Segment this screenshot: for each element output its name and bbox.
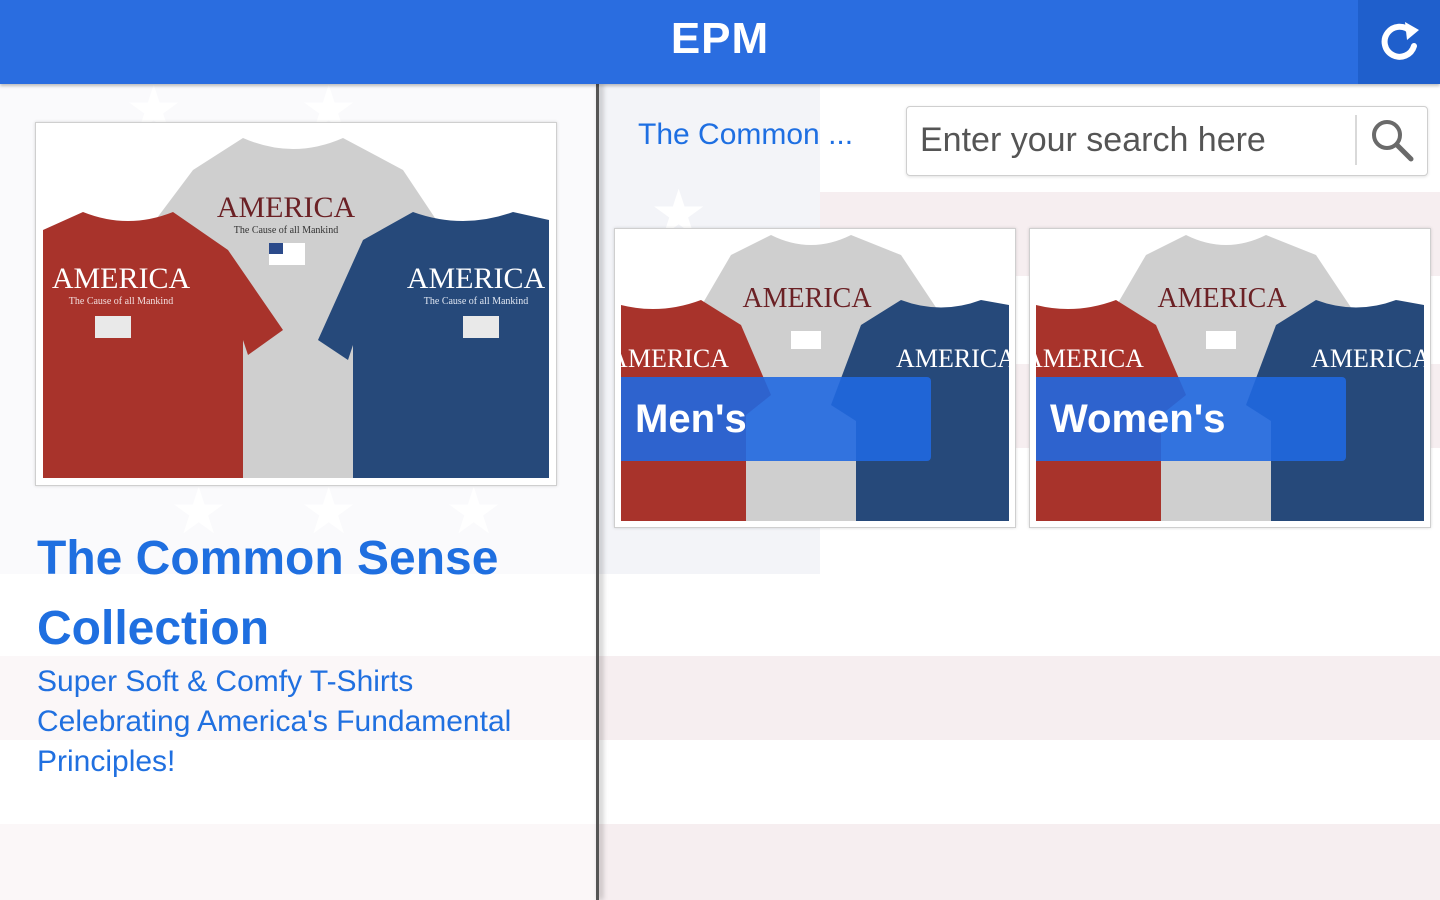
refresh-icon <box>1381 22 1419 60</box>
shirt-text: AMERICA <box>407 262 546 295</box>
collection-description: Super Soft & Comfy T-Shirts Celebrating … <box>37 665 512 778</box>
shirt-text: AMERICA <box>1311 344 1424 373</box>
collection-panel: AMERICA The Cause of all Mankind AMERICA… <box>0 84 597 900</box>
search-input[interactable] <box>908 108 1348 172</box>
shirt-subtext: The Cause of all Mankind <box>69 296 173 307</box>
search-icon <box>1372 120 1414 162</box>
panel-divider <box>596 84 599 900</box>
category-label: Men's <box>621 377 931 461</box>
shirt-text: AMERICA <box>1036 344 1144 373</box>
search-box <box>906 106 1428 176</box>
category-tile-mens[interactable]: AMERICA AMERICA AMERICA Men's <box>614 228 1016 528</box>
refresh-button[interactable] <box>1358 0 1440 84</box>
collection-title: The Common Sense Collection <box>37 532 499 655</box>
shirt-subtext: The Cause of all Mankind <box>424 296 528 307</box>
search-button[interactable] <box>1359 107 1425 173</box>
breadcrumb[interactable]: The Common ... <box>638 118 888 152</box>
category-tile-womens[interactable]: AMERICA AMERICA AMERICA Women's <box>1029 228 1431 528</box>
collection-image-frame: AMERICA The Cause of all Mankind AMERICA… <box>35 122 557 486</box>
shirt-text: AMERICA <box>742 283 872 314</box>
collection-image: AMERICA The Cause of all Mankind AMERICA… <box>43 130 549 478</box>
shirt-text: AMERICA <box>52 262 191 295</box>
shirt-subtext: The Cause of all Mankind <box>234 225 338 236</box>
shirt-text: AMERICA <box>621 344 729 373</box>
shirt-text: AMERICA <box>896 344 1009 373</box>
app-header: EPM <box>0 0 1440 84</box>
shirt-text: AMERICA <box>1157 283 1287 314</box>
category-label: Women's <box>1036 377 1346 461</box>
shirt-text: AMERICA <box>217 191 356 224</box>
search-separator <box>1355 115 1357 165</box>
app-title: EPM <box>670 14 770 63</box>
